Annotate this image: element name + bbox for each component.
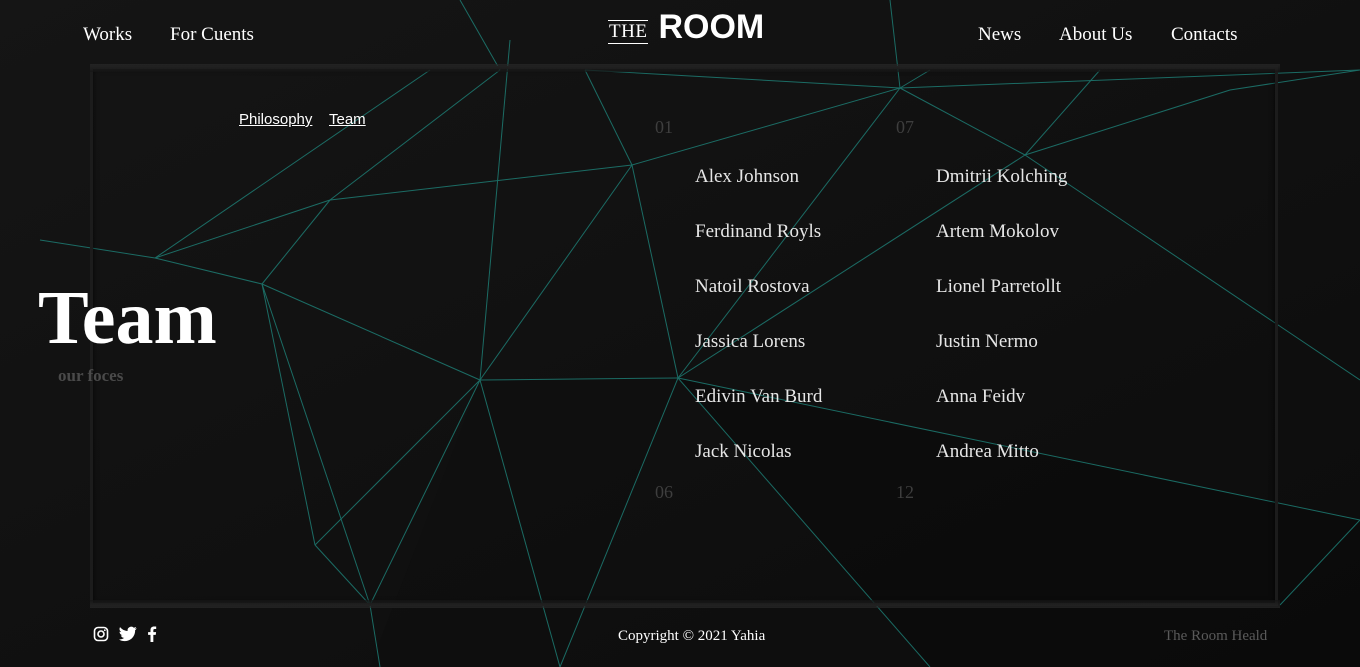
nav-for-cuents-link[interactable]: For Cuents <box>170 24 254 46</box>
logo[interactable]: THE ROOM <box>608 8 764 46</box>
team-member: Anna Feidv <box>936 386 1026 407</box>
nav-news-link[interactable]: News <box>978 24 1021 46</box>
team-member: Jack Nicolas <box>695 441 792 462</box>
team-member: Justin Nermo <box>936 331 1038 352</box>
instagram-icon[interactable] <box>93 626 109 642</box>
logo-the: THE <box>608 20 649 44</box>
nav-contacts-link[interactable]: Contacts <box>1171 24 1238 46</box>
section-subtitle: our foces <box>58 366 124 385</box>
column-1-start-number: 01 <box>655 117 673 137</box>
copyright-text: Copyright © 2021 Yahia <box>618 628 766 644</box>
logo-room: ROOM <box>658 8 765 46</box>
nav-works-link[interactable]: Works <box>83 24 132 46</box>
social-links <box>93 626 157 642</box>
team-member: Lionel Parretollt <box>936 276 1062 297</box>
content-frame <box>90 66 1278 606</box>
nav-about-us-link[interactable]: About Us <box>1059 24 1132 46</box>
team-member: Ferdinand Royls <box>695 221 822 242</box>
column-1-end-number: 06 <box>655 482 673 502</box>
team-member: Artem Mokolov <box>936 221 1059 242</box>
frame-bottom-edge <box>90 600 1280 608</box>
column-2-end-number: 12 <box>896 482 914 502</box>
twitter-icon[interactable] <box>119 626 137 642</box>
section-title: Team <box>38 276 217 360</box>
team-member: Alex Johnson <box>695 166 799 187</box>
column-2-start-number: 07 <box>896 117 914 137</box>
team-member: Edivin Van Burd <box>695 386 823 407</box>
team-member: Jassica Lorens <box>695 331 806 352</box>
facebook-icon[interactable] <box>147 626 157 642</box>
frame-top-edge <box>90 64 1280 72</box>
team-member: Dmitrii Kolching <box>936 166 1068 187</box>
team-member: Natoil Rostova <box>695 276 810 297</box>
subnav-philosophy-link[interactable]: Philosophy <box>239 111 312 128</box>
subnav-team-link[interactable]: Team <box>329 111 366 128</box>
team-member: Andrea Mitto <box>936 441 1039 462</box>
footer-tagline: The Room Heald <box>1164 628 1268 644</box>
